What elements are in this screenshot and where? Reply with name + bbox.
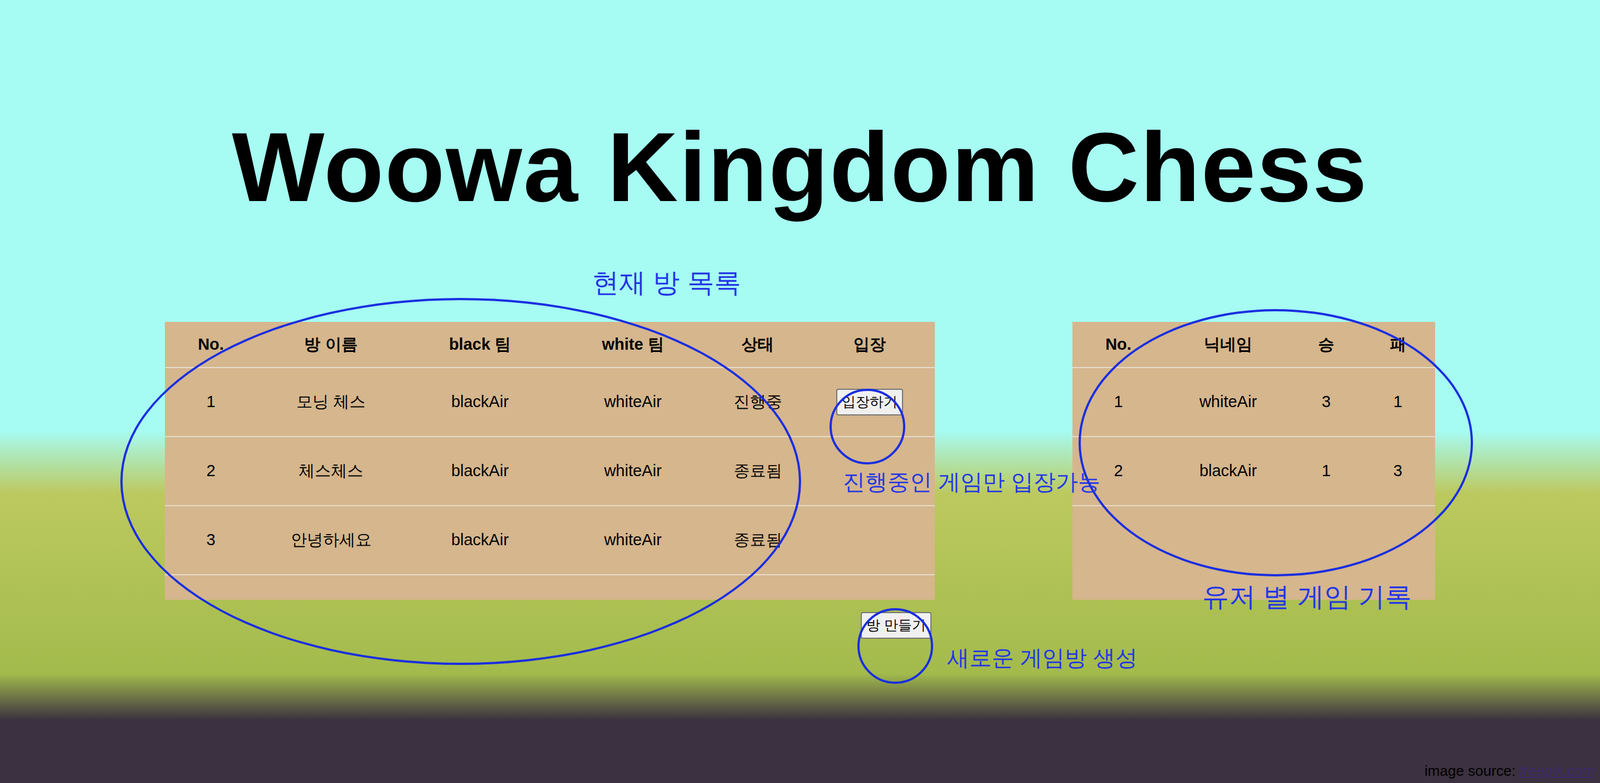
room-row: 2체스체스blackAirwhiteAir종료됨 (164, 436, 935, 506)
column-header: 패 (1360, 322, 1436, 368)
page-title: Woowa Kingdom Chess (231, 118, 1368, 217)
white-team: whiteAir (554, 505, 711, 575)
column-header: 닉네임 (1164, 322, 1292, 368)
user-losses: 1 (1360, 367, 1436, 437)
room-name: 체스체스 (256, 436, 406, 506)
room-no: 1 (164, 367, 257, 437)
image-credit: image source: freepik.com (1424, 760, 1595, 783)
user-nickname: blackAir (1164, 436, 1292, 506)
enter-button[interactable]: 입장하기 (836, 388, 904, 416)
user-nickname: whiteAir (1164, 367, 1292, 437)
users-header-row: No.닉네임승패 (1072, 322, 1436, 368)
credit-link[interactable]: freepik.com (1519, 762, 1595, 780)
room-status: 진행중 (710, 367, 805, 437)
room-no: 2 (164, 436, 257, 506)
rooms-table-box: No.방 이름black 팀white 팀상태입장1모닝 체스blackAirw… (164, 322, 935, 600)
white-team: whiteAir (554, 367, 711, 437)
room-row: 3안녕하세요blackAirwhiteAir종료됨 (164, 505, 935, 575)
black-team: blackAir (405, 436, 555, 506)
room-no: 3 (164, 505, 257, 575)
black-team: blackAir (405, 505, 555, 575)
create-room-button[interactable]: 방 만들기 (860, 612, 932, 639)
content: Woowa Kingdom ChessNo.방 이름black 팀white 팀… (0, 0, 1600, 639)
annotation-label: 유저 별 게임 기록 (1202, 580, 1412, 614)
column-header: No. (1072, 322, 1165, 368)
column-header: white 팀 (554, 322, 711, 368)
credit-label: image source: (1424, 762, 1520, 780)
annotation-label: 현재 방 목록 (592, 266, 741, 300)
column-header: 방 이름 (256, 322, 406, 368)
room-name: 모닝 체스 (256, 367, 406, 437)
create-annotation-circle (857, 608, 934, 685)
enter-annotation-circle (829, 388, 906, 465)
column-header: 상태 (710, 322, 805, 368)
user-losses: 3 (1360, 436, 1436, 506)
rooms-header-row: No.방 이름black 팀white 팀상태입장 (164, 322, 935, 368)
column-header: 승 (1291, 322, 1361, 368)
user-wins: 1 (1291, 436, 1361, 506)
rooms-panel: No.방 이름black 팀white 팀상태입장1모닝 체스blackAirw… (164, 322, 935, 639)
room-status: 종료됨 (710, 436, 805, 506)
room-enter (804, 505, 935, 575)
users-annotation-ellipse (1078, 309, 1473, 577)
rooms-annotation-ellipse (120, 298, 802, 666)
column-header: 입장 (804, 322, 935, 368)
room-enter: 입장하기 (804, 367, 935, 437)
white-team: whiteAir (554, 436, 711, 506)
annotation-label: 새로운 게임방 생성 (947, 644, 1138, 672)
room-status: 종료됨 (710, 505, 805, 575)
user-no: 1 (1072, 367, 1165, 437)
room-row: 1모닝 체스blackAirwhiteAir진행중 입장하기 (164, 367, 935, 437)
annotation-label: 진행중인 게임만 입장가능 (842, 467, 1101, 496)
page: Woowa Kingdom ChessNo.방 이름black 팀white 팀… (0, 0, 1600, 783)
column-header: black 팀 (405, 322, 555, 368)
column-header: No. (164, 322, 257, 368)
users-table: No.닉네임승패1whiteAir312blackAir13 (1072, 322, 1436, 507)
rooms-table: No.방 이름black 팀white 팀상태입장1모닝 체스blackAirw… (164, 322, 935, 576)
user-wins: 3 (1291, 367, 1361, 437)
users-table-box: No.닉네임승패1whiteAir312blackAir13 (1072, 322, 1436, 600)
user-row: 1whiteAir31 (1072, 367, 1436, 437)
room-name: 안녕하세요 (256, 505, 406, 575)
user-row: 2blackAir13 (1072, 436, 1436, 506)
black-team: blackAir (405, 367, 555, 437)
